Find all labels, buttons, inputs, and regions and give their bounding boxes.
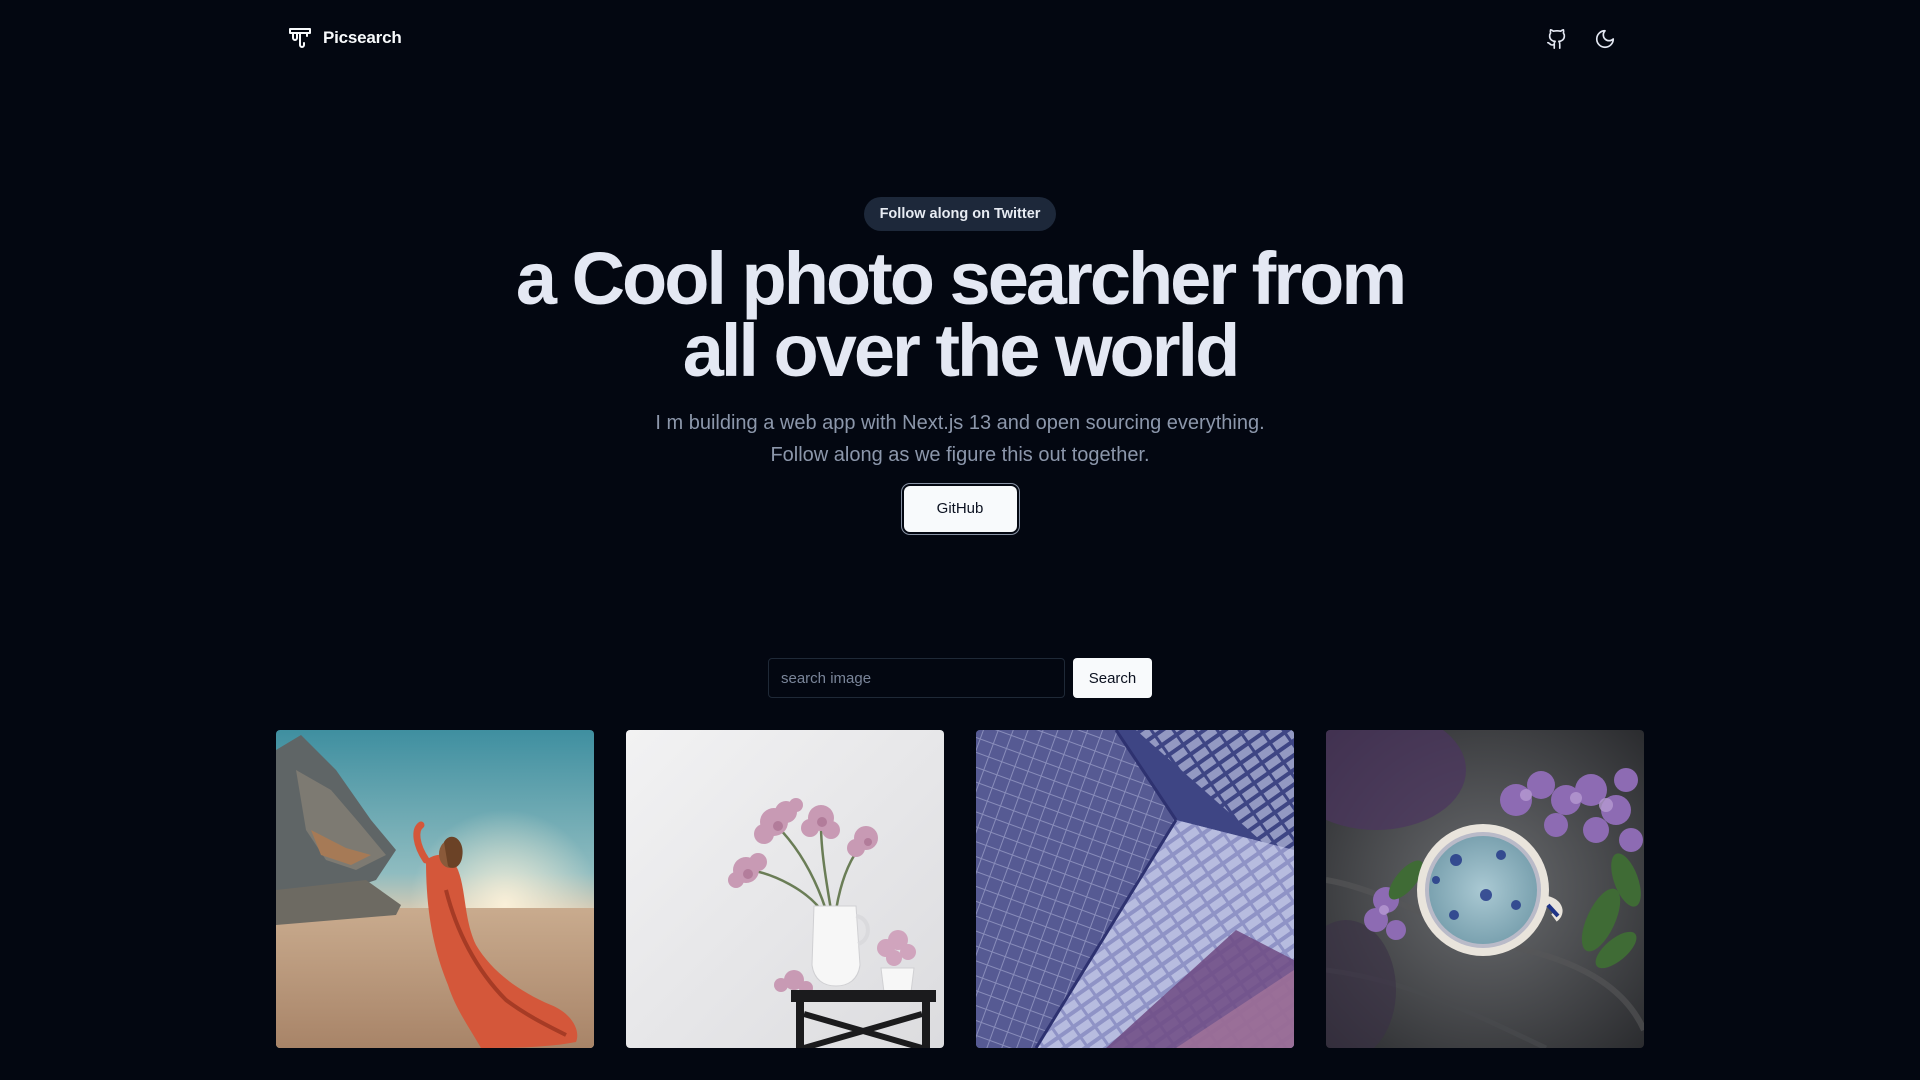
headline-line-1: a Cool photo searcher from — [515, 237, 1407, 320]
desert-woman-image — [276, 730, 594, 1048]
github-link-button[interactable] — [1540, 22, 1574, 56]
teacup-lilac-image — [1326, 730, 1644, 1048]
search-button[interactable]: Search — [1073, 658, 1152, 698]
twitter-badge-link[interactable]: Follow along on Twitter — [863, 197, 1057, 231]
gallery-photo-desert-woman[interactable] — [276, 730, 594, 1048]
github-button[interactable]: GitHub — [903, 486, 1017, 532]
theme-toggle-button[interactable] — [1588, 22, 1622, 56]
glass-building-image — [976, 730, 1294, 1048]
site-header: Picsearch — [0, 0, 1920, 78]
headline-line-2: all over the world — [682, 309, 1241, 392]
page: Picsearch Follow along on Twitter a Cool… — [0, 0, 1920, 1080]
brand-logo-link[interactable]: Picsearch — [287, 25, 402, 51]
gallery-photo-teacup-lilac[interactable] — [1326, 730, 1644, 1048]
github-icon — [1547, 29, 1566, 49]
flower-vase-image — [626, 730, 944, 1048]
subtitle-line-2: Follow along as we figure this out toget… — [770, 444, 1150, 466]
header-actions — [1540, 22, 1622, 56]
gallery-photo-flower-vase[interactable] — [626, 730, 944, 1048]
search-input[interactable] — [768, 658, 1065, 698]
gallery-photo-glass-building[interactable] — [976, 730, 1294, 1048]
hero-subtitle: I m building a web app with Next.js 13 a… — [610, 407, 1310, 471]
image-gallery — [276, 730, 1644, 1048]
brand-name: Picsearch — [323, 28, 402, 47]
subtitle-line-1: I m building a web app with Next.js 13 a… — [655, 412, 1265, 434]
logo-icon — [289, 28, 311, 48]
search-form: Search — [768, 658, 1152, 698]
hero-headline: a Cool photo searcher from all over the … — [460, 237, 1460, 392]
moon-icon — [1595, 29, 1615, 49]
hero-section: Follow along on Twitter a Cool photo sea… — [0, 197, 1920, 532]
